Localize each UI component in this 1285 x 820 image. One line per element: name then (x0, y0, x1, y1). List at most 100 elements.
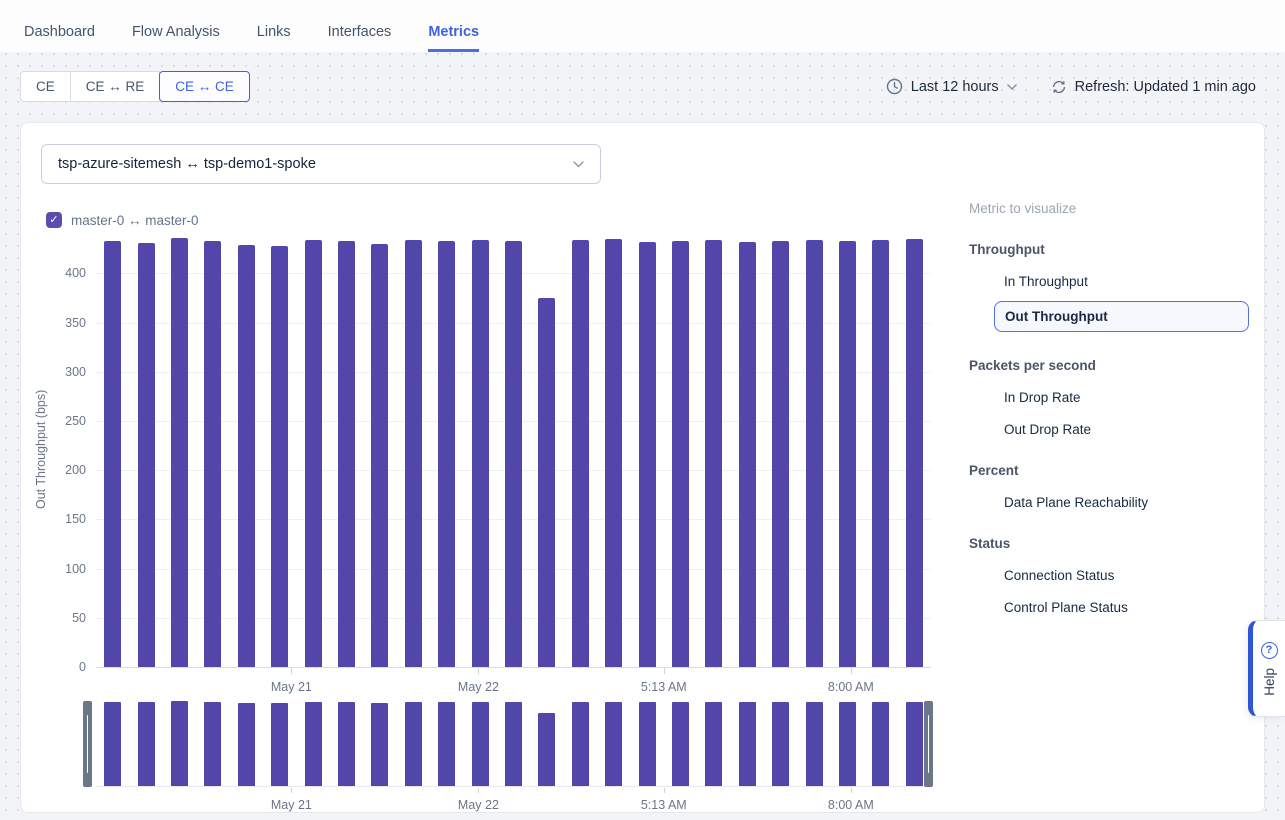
chart-bar (171, 238, 188, 667)
brush-bar (271, 703, 288, 786)
help-label: Help (1262, 668, 1277, 696)
x-tick-mark-5-13-am (664, 668, 665, 674)
brush-bar (739, 702, 756, 786)
metric-group-packets-per-second: Packets per second (969, 358, 1249, 373)
pair-select[interactable]: tsp-azure-sitemesh ↔ tsp-demo1-spoke (41, 144, 601, 184)
time-controls: Last 12 hours Refresh: Updated 1 min ago (886, 78, 1256, 95)
series-toggle[interactable]: ✓ master-0 ↔ master-0 (46, 212, 199, 228)
metric-item-in-throughput[interactable]: In Throughput (969, 274, 1249, 289)
brush-x-tick-label-may-22: May 22 (458, 798, 499, 812)
nav-item-links[interactable]: Links (257, 24, 291, 52)
brush-x-tick-label-8-00-am: 8:00 AM (828, 798, 874, 812)
metric-panel: Metric to visualize Throughput In Through… (969, 201, 1249, 615)
tab-ce[interactable]: CE (20, 71, 71, 102)
y-tick-label-0: 0 (41, 660, 86, 674)
gridline-0 (96, 667, 931, 668)
brush-handle-left[interactable] (83, 701, 92, 787)
top-nav: Dashboard Flow Analysis Links Interfaces Met… (0, 0, 1285, 52)
time-range-dropdown[interactable]: Last 12 hours (886, 78, 1017, 95)
metric-group-percent: Percent (969, 463, 1249, 478)
brush-bar (104, 702, 121, 786)
x-tick-mark-may-21 (291, 668, 292, 674)
tab-ce-ce[interactable]: CE ↔ CE (159, 71, 250, 102)
brush-bar (338, 702, 355, 786)
metric-item-data-plane-reachability[interactable]: Data Plane Reachability (969, 495, 1249, 510)
metric-item-control-plane-status[interactable]: Control Plane Status (969, 600, 1249, 615)
brush-bar (371, 703, 388, 786)
pair-select-value: tsp-azure-sitemesh ↔ tsp-demo1-spoke (58, 156, 316, 172)
chart-bar (605, 239, 622, 667)
chart-bar (872, 240, 889, 667)
brush-bar (639, 702, 656, 786)
toolbar: CECE ↔ RECE ↔ CE Last 12 hours Refresh: … (20, 71, 1256, 102)
y-tick-label-300: 300 (41, 365, 86, 379)
brush-bar (472, 702, 489, 786)
chart-bar (204, 241, 221, 667)
metric-group-throughput: Throughput (969, 242, 1249, 257)
nav-item-dashboard[interactable]: Dashboard (24, 24, 95, 52)
brush-bar (171, 701, 188, 786)
chart-bar (371, 244, 388, 667)
chart-brush[interactable]: May 21May 225:13 AM8:00 AM (83, 701, 933, 787)
throughput-bar-chart[interactable]: Out Throughput (bps) 0501001502002503003… (96, 231, 931, 667)
tab-ce-re[interactable]: CE ↔ RE (70, 71, 161, 102)
chevron-down-icon (573, 161, 584, 168)
chart-bar (806, 240, 823, 667)
brush-x-tick-label-5-13-am: 5:13 AM (641, 798, 687, 812)
refresh-status-text: Refresh: Updated 1 min ago (1075, 79, 1256, 95)
y-tick-label-250: 250 (41, 414, 86, 428)
chart-bar (338, 241, 355, 667)
brush-handle-right[interactable] (924, 701, 933, 787)
metric-panel-title: Metric to visualize (969, 201, 1249, 216)
refresh-icon (1051, 79, 1067, 95)
x-tick-label-may-21: May 21 (271, 680, 312, 694)
y-axis-title: Out Throughput (bps) (34, 231, 48, 667)
brush-bar (872, 702, 889, 786)
chart-bar (271, 246, 288, 667)
y-tick-label-200: 200 (41, 463, 86, 477)
time-range-label: Last 12 hours (911, 79, 999, 95)
y-tick-label-50: 50 (41, 611, 86, 625)
nav-item-interfaces[interactable]: Interfaces (328, 24, 392, 52)
metric-item-connection-status[interactable]: Connection Status (969, 568, 1249, 583)
x-tick-mark-8-00-am (851, 668, 852, 674)
chart-bar (906, 239, 923, 667)
metrics-card: tsp-azure-sitemesh ↔ tsp-demo1-spoke ✓ m… (20, 122, 1265, 813)
nav-item-flow-analysis[interactable]: Flow Analysis (132, 24, 220, 52)
brush-bar (806, 702, 823, 786)
chevron-down-icon (1007, 84, 1017, 90)
brush-bar (839, 702, 856, 786)
brush-bar (305, 702, 322, 786)
metric-item-out-throughput[interactable]: Out Throughput (994, 301, 1249, 332)
brush-bar (906, 702, 923, 786)
series-toggle-label: master-0 ↔ master-0 (71, 213, 199, 228)
refresh-button[interactable]: Refresh: Updated 1 min ago (1051, 79, 1256, 95)
x-tick-label-may-22: May 22 (458, 680, 499, 694)
chart-bar (839, 241, 856, 667)
chart-bar (305, 240, 322, 667)
brush-x-tick-mark-5-13-am (664, 788, 665, 793)
brush-bar (405, 702, 422, 786)
y-tick-label-350: 350 (41, 316, 86, 330)
metric-group-status: Status (969, 536, 1249, 551)
brush-handle-grip (928, 715, 930, 773)
brush-bar (438, 702, 455, 786)
brush-bar (572, 702, 589, 786)
brush-bar (238, 703, 255, 786)
chart-bar (104, 241, 121, 667)
metric-item-in-drop-rate[interactable]: In Drop Rate (969, 390, 1249, 405)
brush-bars (96, 701, 931, 787)
chart-bar (705, 240, 722, 667)
chart-bar (138, 243, 155, 667)
nav-item-metrics[interactable]: Metrics (428, 24, 479, 52)
help-tab[interactable]: ? Help (1248, 620, 1285, 717)
brush-x-tick-mark-may-21 (291, 788, 292, 793)
metric-item-out-drop-rate[interactable]: Out Drop Rate (969, 422, 1249, 437)
checkbox-checked-icon[interactable]: ✓ (46, 212, 62, 228)
chart-bar (238, 245, 255, 667)
y-tick-label-150: 150 (41, 512, 86, 526)
chart-bar (438, 241, 455, 667)
clock-icon (886, 78, 903, 95)
brush-bar (505, 702, 522, 786)
brush-x-tick-mark-may-22 (478, 788, 479, 793)
